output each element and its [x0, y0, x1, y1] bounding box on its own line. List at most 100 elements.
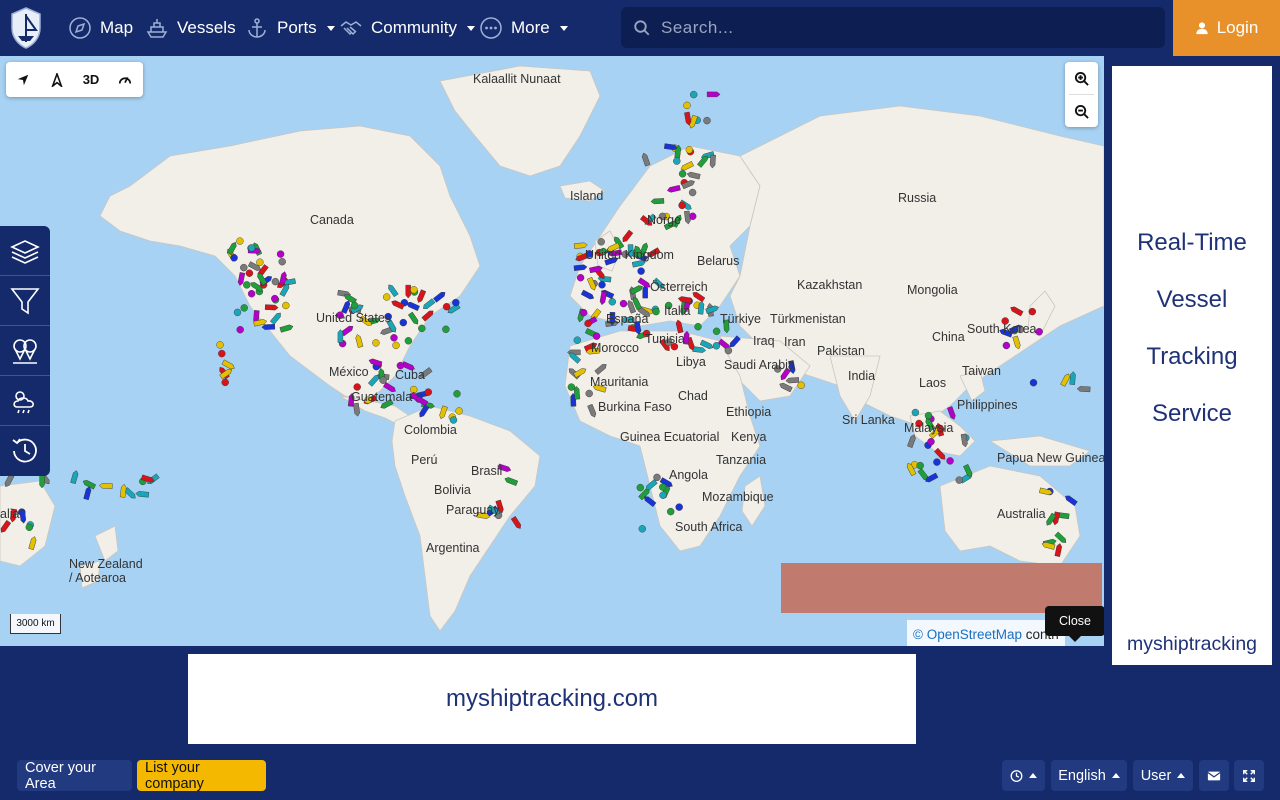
- vessel-marker[interactable]: [659, 491, 667, 499]
- layers-button[interactable]: [0, 226, 50, 276]
- vessel-marker[interactable]: [724, 346, 733, 355]
- vessel-marker[interactable]: [455, 407, 463, 415]
- vessel-marker[interactable]: [573, 336, 581, 344]
- zoom-in-button[interactable]: [1065, 62, 1098, 94]
- vessel-marker[interactable]: [233, 308, 242, 317]
- vessel-marker[interactable]: [410, 286, 418, 294]
- vessel-marker[interactable]: [240, 304, 248, 312]
- nav-community[interactable]: Community: [339, 0, 475, 56]
- vessel-marker[interactable]: [1029, 379, 1038, 387]
- vessel-marker[interactable]: [576, 273, 585, 282]
- vessel-marker[interactable]: [911, 408, 920, 417]
- vessel-marker[interactable]: [271, 294, 279, 303]
- nav-more[interactable]: More: [479, 0, 568, 56]
- time-menu-button[interactable]: [1002, 760, 1045, 791]
- vessel-marker[interactable]: [236, 237, 244, 245]
- vessel-marker[interactable]: [240, 263, 248, 272]
- zoom-out-button[interactable]: [1065, 95, 1098, 127]
- vessel-marker[interactable]: [652, 307, 660, 316]
- nav-vessels[interactable]: Vessels: [145, 0, 236, 56]
- vessel-marker[interactable]: [916, 461, 924, 470]
- vessel-marker[interactable]: [245, 269, 254, 277]
- vessel-marker[interactable]: [688, 188, 697, 197]
- nav-ports[interactable]: Ports: [245, 0, 335, 56]
- vessel-marker[interactable]: [453, 390, 461, 398]
- vessel-marker[interactable]: [608, 298, 616, 306]
- vessel-marker[interactable]: [442, 325, 450, 333]
- vessel-marker[interactable]: [678, 170, 687, 178]
- vessel-marker[interactable]: [641, 152, 651, 167]
- vessel-marker[interactable]: [392, 341, 400, 350]
- vessel-marker[interactable]: [236, 326, 244, 334]
- vessel-marker[interactable]: [955, 476, 963, 484]
- vessel-marker[interactable]: [675, 503, 683, 511]
- vessel-marker[interactable]: [683, 101, 691, 110]
- history-button[interactable]: [0, 426, 50, 476]
- search-input[interactable]: [661, 17, 1141, 38]
- north-button[interactable]: [40, 62, 74, 97]
- vessel-marker[interactable]: [379, 376, 387, 384]
- vessel-marker[interactable]: [797, 381, 805, 389]
- vessel-marker[interactable]: [933, 458, 941, 466]
- vessel-marker[interactable]: [405, 284, 411, 299]
- locate-button[interactable]: [6, 62, 40, 97]
- weather-button[interactable]: [0, 376, 50, 426]
- vessel-marker[interactable]: [678, 201, 686, 210]
- vessel-marker[interactable]: [924, 411, 933, 420]
- vessel-marker[interactable]: [636, 483, 644, 492]
- vessel-marker[interactable]: [580, 309, 588, 317]
- vessel-marker[interactable]: [567, 383, 576, 391]
- vessel-marker[interactable]: [637, 267, 645, 275]
- vessel-marker[interactable]: [216, 341, 224, 349]
- fullscreen-button[interactable]: [1234, 760, 1264, 791]
- vessel-marker[interactable]: [452, 298, 460, 307]
- vessel-marker[interactable]: [261, 324, 276, 330]
- vessel-marker[interactable]: [584, 319, 592, 328]
- vessel-marker[interactable]: [282, 301, 290, 310]
- vessel-marker[interactable]: [247, 244, 256, 252]
- vessel-marker[interactable]: [247, 289, 256, 298]
- vessel-marker[interactable]: [706, 91, 721, 98]
- vessel-marker[interactable]: [25, 523, 33, 531]
- vessel-marker[interactable]: [946, 457, 954, 465]
- vessel-marker[interactable]: [712, 342, 721, 350]
- osm-attribution-link[interactable]: © OpenStreetMap: [913, 627, 1022, 642]
- vessel-marker[interactable]: [694, 323, 702, 331]
- vessel-marker[interactable]: [442, 302, 451, 311]
- vessel-marker[interactable]: [119, 483, 127, 498]
- vessel-marker[interactable]: [667, 507, 675, 516]
- vessel-marker[interactable]: [221, 378, 229, 387]
- vessel-marker[interactable]: [372, 339, 380, 347]
- vessel-marker[interactable]: [592, 332, 601, 340]
- vessel-marker[interactable]: [927, 438, 935, 446]
- vessel-marker[interactable]: [276, 250, 285, 258]
- login-button[interactable]: Login: [1173, 0, 1280, 56]
- vessel-marker[interactable]: [399, 318, 407, 327]
- nav-map[interactable]: Map: [68, 0, 133, 56]
- vessel-marker[interactable]: [685, 146, 693, 154]
- contact-button[interactable]: [1199, 760, 1229, 791]
- vessel-marker[interactable]: [712, 327, 721, 335]
- vessel-marker[interactable]: [39, 474, 45, 489]
- language-menu-button[interactable]: English: [1051, 760, 1127, 791]
- vessel-marker[interactable]: [619, 299, 628, 308]
- vessel-marker[interactable]: [70, 470, 79, 485]
- places-button[interactable]: [0, 326, 50, 376]
- vessel-marker[interactable]: [1069, 371, 1076, 385]
- vessel-marker[interactable]: [1060, 373, 1071, 387]
- user-menu-button[interactable]: User: [1133, 760, 1193, 791]
- vessel-marker[interactable]: [404, 337, 413, 345]
- vessel-marker[interactable]: [597, 238, 605, 246]
- vessel-marker[interactable]: [350, 301, 359, 310]
- vessel-marker[interactable]: [585, 389, 593, 398]
- vessel-marker[interactable]: [278, 257, 286, 266]
- myshiptracking-logo[interactable]: [8, 6, 44, 50]
- vessel-marker[interactable]: [98, 482, 113, 489]
- vessel-marker[interactable]: [383, 293, 391, 301]
- filter-button[interactable]: [0, 276, 50, 326]
- vessel-marker[interactable]: [673, 157, 681, 165]
- vessel-marker[interactable]: [243, 281, 251, 289]
- list-company-button[interactable]: List your company: [137, 760, 266, 792]
- vessel-marker[interactable]: [510, 516, 522, 530]
- vessel-marker[interactable]: [337, 329, 344, 343]
